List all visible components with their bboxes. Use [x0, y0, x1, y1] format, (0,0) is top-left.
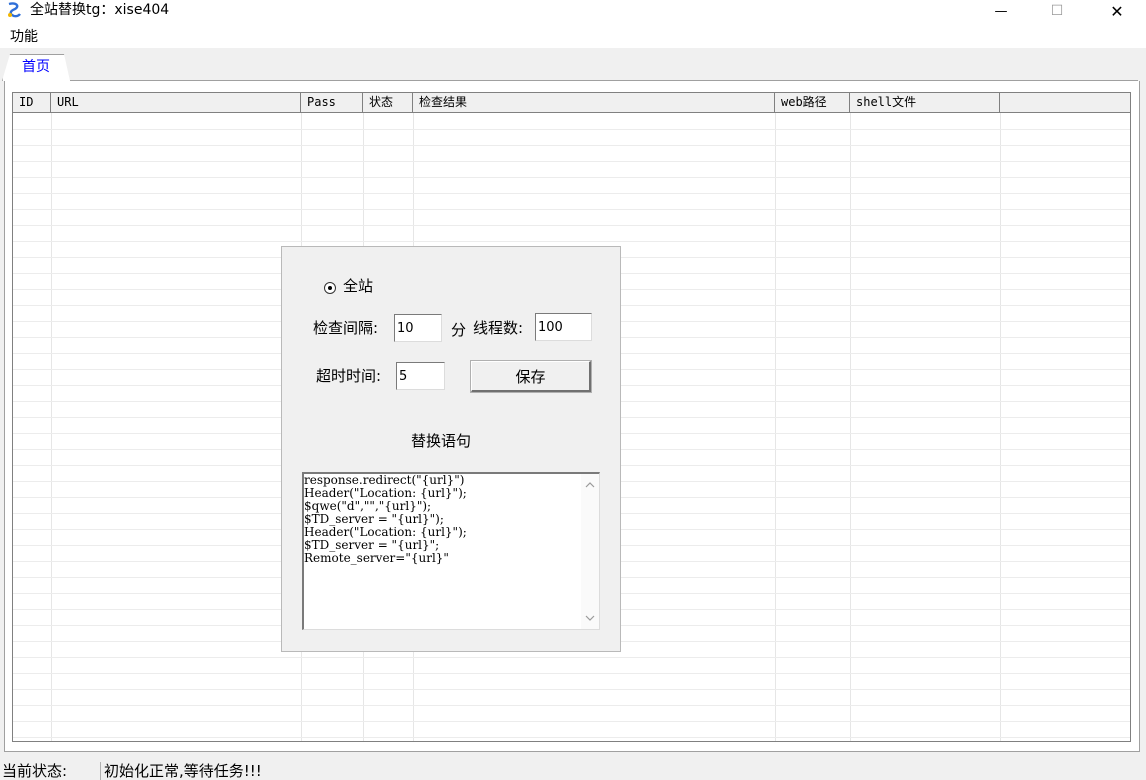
column-divider: [850, 113, 851, 741]
timeout-input[interactable]: 5: [396, 362, 445, 390]
settings-dialog: 全站 检查间隔: 10 分 线程数: 100 超时时间: 5 保存 替换语句 r…: [281, 246, 621, 652]
row-gridline: [13, 225, 1130, 226]
close-icon: ✕: [1110, 1, 1124, 21]
row-gridline: [13, 705, 1130, 706]
interval-unit-label: 分: [451, 321, 467, 339]
tab-strip: [0, 48, 1146, 80]
maximize-button[interactable]: ☐: [1034, 0, 1080, 22]
close-button[interactable]: ✕: [1094, 0, 1140, 22]
threads-label: 线程数:: [473, 319, 524, 337]
app-icon: [8, 2, 21, 18]
row-gridline: [13, 145, 1130, 146]
save-button[interactable]: 保存: [470, 360, 592, 393]
row-gridline: [13, 673, 1130, 674]
status-label: 当前状态:: [2, 762, 68, 780]
interval-input[interactable]: 10: [394, 314, 442, 342]
column-header-web-path[interactable]: web路径: [775, 93, 850, 112]
maximize-icon: ☐: [1050, 3, 1064, 19]
window-title: 全站替换tg：xise404: [30, 2, 170, 18]
column-divider: [775, 113, 776, 741]
tab-home-label[interactable]: 首页: [22, 58, 50, 76]
radio-full-site-label[interactable]: 全站: [343, 277, 373, 295]
scroll-down-icon[interactable]: [585, 613, 595, 623]
replace-textarea[interactable]: response.redirect("{url}") Header("Locat…: [302, 472, 600, 630]
row-gridline: [13, 657, 1130, 658]
menu-bar: 功能: [0, 24, 1146, 48]
column-header-url[interactable]: URL: [51, 93, 301, 112]
radio-full-site[interactable]: [324, 282, 336, 294]
title-bar: 全站替换tg：xise404 — ☐ ✕: [0, 0, 1146, 24]
interval-label: 检查间隔:: [313, 319, 379, 337]
row-gridline: [13, 721, 1130, 722]
minimize-button[interactable]: —: [978, 0, 1024, 22]
column-header-shell-file[interactable]: shell文件: [850, 93, 1000, 112]
status-separator: [100, 762, 101, 780]
grid-header: ID URL Pass 状态 检查结果 web路径 shell文件: [13, 93, 1130, 113]
menu-item-function[interactable]: 功能: [10, 28, 38, 46]
row-gridline: [13, 737, 1130, 738]
row-gridline: [13, 177, 1130, 178]
row-gridline: [13, 193, 1130, 194]
column-divider: [51, 113, 52, 741]
row-gridline: [13, 209, 1130, 210]
replace-title: 替换语句: [411, 432, 472, 450]
column-header-result[interactable]: 检查结果: [413, 93, 775, 112]
row-gridline: [13, 161, 1130, 162]
textarea-scrollbar[interactable]: [581, 474, 599, 629]
scroll-up-icon[interactable]: [585, 480, 595, 490]
column-divider: [1000, 113, 1001, 741]
column-header-pass[interactable]: Pass: [301, 93, 363, 112]
replace-text[interactable]: response.redirect("{url}") Header("Locat…: [304, 474, 578, 565]
row-gridline: [13, 129, 1130, 130]
threads-input[interactable]: 100: [535, 313, 592, 341]
column-header-id[interactable]: ID: [13, 93, 51, 112]
row-gridline: [13, 689, 1130, 690]
minimize-icon: —: [994, 3, 1008, 19]
status-value: 初始化正常,等待任务!!!: [104, 762, 262, 780]
row-gridline: [13, 241, 1130, 242]
timeout-label: 超时时间:: [316, 367, 382, 385]
column-header-status[interactable]: 状态: [363, 93, 413, 112]
